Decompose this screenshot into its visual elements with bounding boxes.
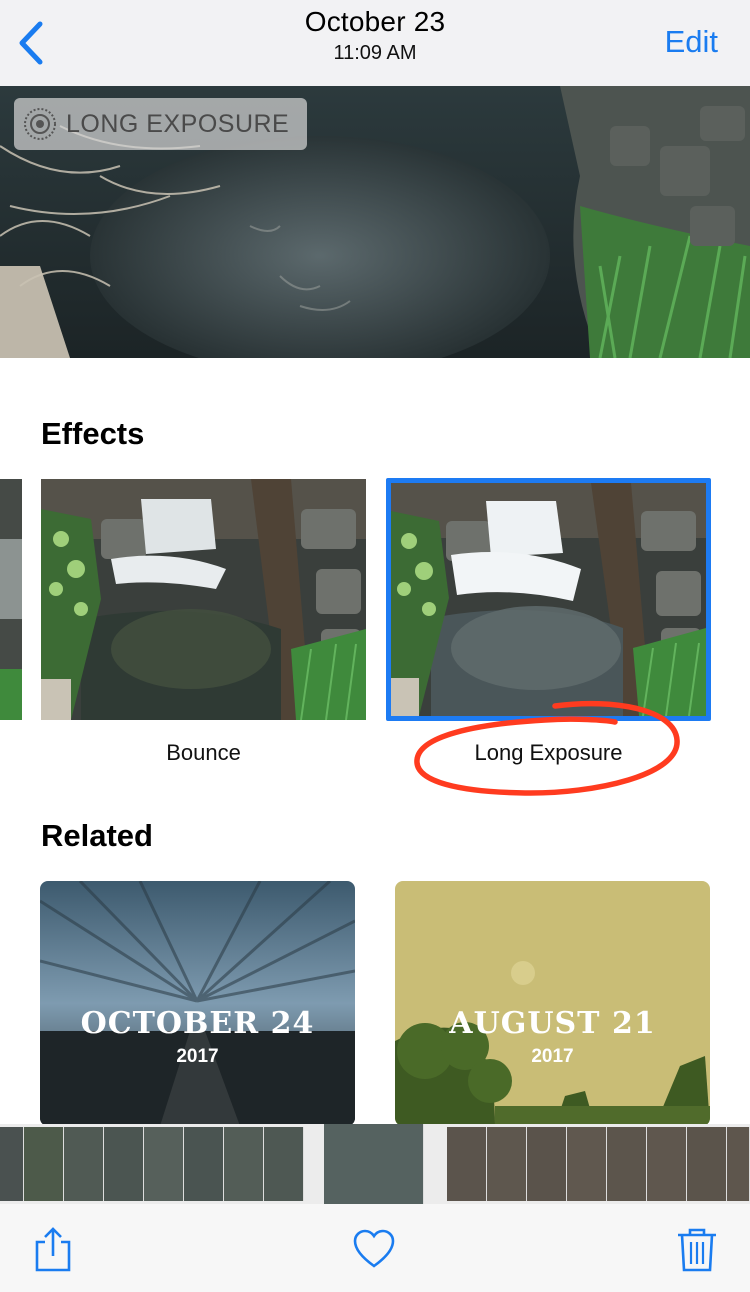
annotation-circle [414, 700, 680, 796]
hero-photo[interactable]: LONG EXPOSURE [0, 86, 750, 358]
bottom-toolbar [0, 1204, 750, 1292]
filmstrip-thumb[interactable] [647, 1127, 687, 1201]
page-subtitle: 11:09 AM [333, 42, 417, 64]
memory-october-image [40, 881, 355, 1126]
heart-icon [353, 1229, 395, 1268]
filmstrip-thumb[interactable] [0, 1127, 24, 1201]
memory-year: 2017 [176, 1046, 219, 1067]
long-exposure-photo-image [391, 483, 706, 716]
filmstrip-thumb[interactable] [64, 1127, 104, 1201]
effect-thumb-long-exposure[interactable] [391, 483, 706, 716]
trash-icon [678, 1228, 716, 1272]
related-heading: Related [41, 818, 153, 853]
filmstrip-thumb[interactable] [184, 1127, 224, 1201]
memory-august-image [395, 881, 710, 1126]
memory-card-october[interactable]: OCTOBER 24 2017 [40, 881, 355, 1126]
bounce-photo-image [41, 479, 366, 720]
memory-card-august[interactable]: AUGUST 21 2017 [395, 881, 710, 1126]
memory-year: 2017 [531, 1046, 574, 1067]
filmstrip-thumb[interactable] [144, 1127, 184, 1201]
filmstrip-current-thumb[interactable] [324, 1124, 424, 1204]
filmstrip-thumb[interactable] [447, 1127, 487, 1201]
page-title: October 23 [304, 6, 446, 37]
live-photo-icon [24, 108, 56, 140]
photo-filmstrip[interactable] [0, 1124, 750, 1204]
filmstrip-thumb[interactable] [567, 1127, 607, 1201]
filmstrip-thumb[interactable] [24, 1127, 64, 1201]
filmstrip-thumb[interactable] [104, 1127, 144, 1201]
navigation-bar: October 23 11:09 AM Edit [0, 0, 750, 86]
filmstrip-thumb[interactable] [527, 1127, 567, 1201]
share-button[interactable] [31, 1226, 75, 1274]
filmstrip-thumb[interactable] [264, 1127, 304, 1201]
filmstrip-thumb[interactable] [487, 1127, 527, 1201]
effect-thumb-partial[interactable] [0, 479, 22, 720]
effect-thumb-partial-image [0, 479, 22, 720]
badge-label: LONG EXPOSURE [66, 109, 290, 138]
filmstrip-thumb[interactable] [687, 1127, 727, 1201]
effect-label-bounce: Bounce [166, 740, 241, 765]
edit-button[interactable]: Edit [665, 24, 718, 60]
memory-title: AUGUST 21 [449, 1006, 656, 1041]
effects-heading: Effects [41, 416, 145, 451]
long-exposure-badge: LONG EXPOSURE [14, 98, 307, 150]
favorite-button[interactable] [352, 1226, 396, 1274]
filmstrip-thumb[interactable] [727, 1127, 750, 1201]
share-icon [35, 1227, 71, 1272]
filmstrip-thumb[interactable] [224, 1127, 264, 1201]
title-block: October 23 11:09 AM [0, 6, 750, 65]
filmstrip-thumb[interactable] [607, 1127, 647, 1201]
effect-thumb-bounce[interactable] [41, 479, 366, 720]
memory-title: OCTOBER 24 [80, 1006, 315, 1041]
delete-button[interactable] [675, 1226, 719, 1274]
